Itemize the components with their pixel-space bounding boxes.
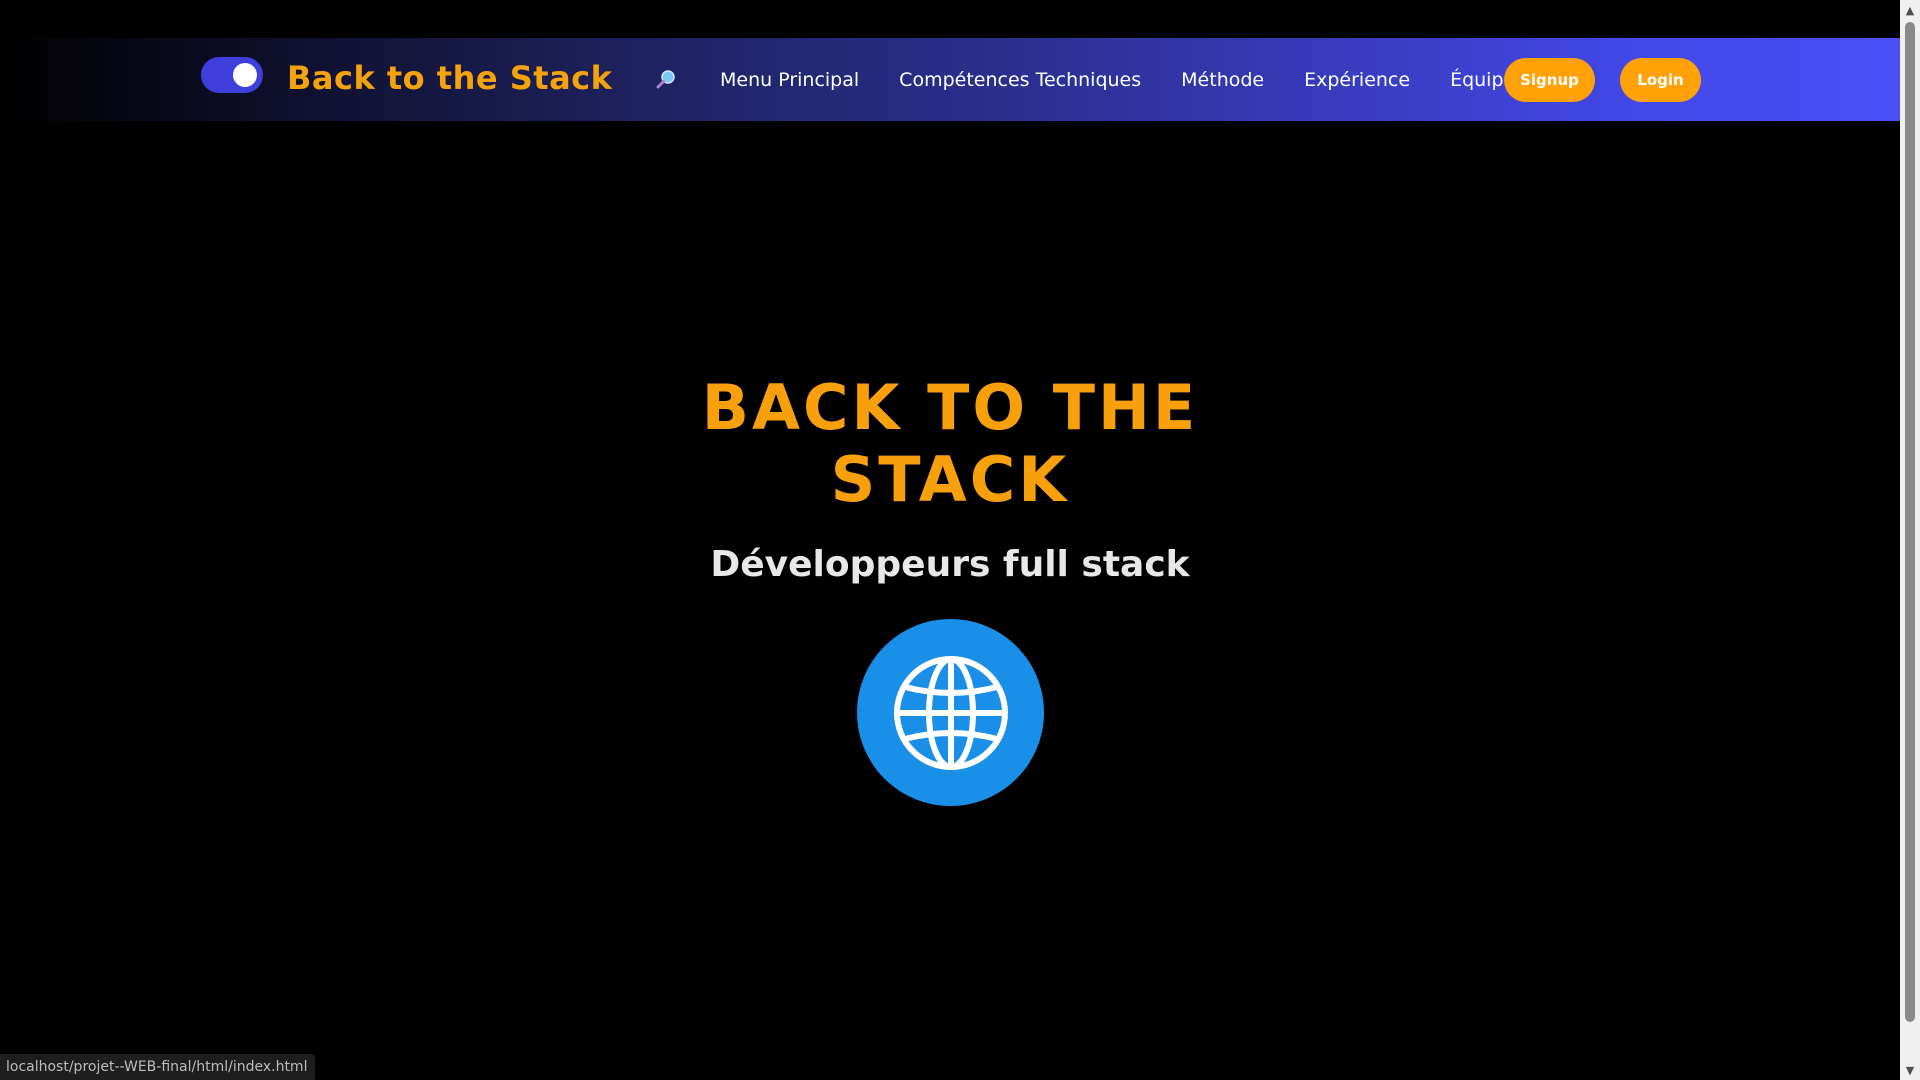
hero-subtitle: Développeurs full stack bbox=[710, 544, 1190, 585]
nav-links: Menu Principal Compétences Techniques Mé… bbox=[700, 38, 1535, 121]
theme-toggle[interactable] bbox=[201, 57, 263, 93]
login-button[interactable]: Login bbox=[1620, 58, 1701, 102]
navbar: Back to the Stack Menu Principal Compéte… bbox=[0, 38, 1900, 121]
signup-button[interactable]: Signup bbox=[1504, 58, 1595, 102]
nav-link-experience[interactable]: Expérience bbox=[1304, 69, 1410, 91]
hero-title: Back to the Stack bbox=[701, 371, 1199, 516]
page-viewport: Back to the Stack Menu Principal Compéte… bbox=[0, 0, 1900, 1080]
search-icon[interactable] bbox=[654, 68, 678, 92]
globe-icon bbox=[857, 619, 1044, 806]
vertical-scrollbar[interactable]: ▲ ▼ bbox=[1900, 0, 1920, 1080]
toggle-knob bbox=[233, 63, 257, 87]
nav-link-competences[interactable]: Compétences Techniques bbox=[899, 69, 1141, 91]
scroll-thumb[interactable] bbox=[1905, 22, 1915, 1022]
nav-link-methode[interactable]: Méthode bbox=[1181, 69, 1264, 91]
nav-link-menu-principal[interactable]: Menu Principal bbox=[720, 69, 859, 91]
status-bar-url: localhost/projet--WEB-final/html/index.h… bbox=[0, 1054, 316, 1080]
brand-logo-text[interactable]: Back to the Stack bbox=[287, 58, 612, 98]
scroll-down-arrow-icon[interactable]: ▼ bbox=[1900, 1060, 1920, 1080]
scroll-up-arrow-icon[interactable]: ▲ bbox=[1900, 0, 1920, 20]
